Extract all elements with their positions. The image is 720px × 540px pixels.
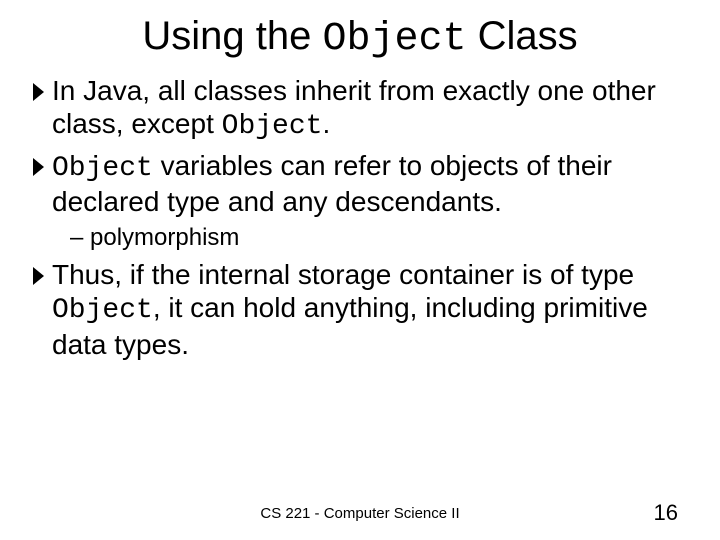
b3-a: Thus, if the internal storage container … [52, 259, 634, 290]
title-pre: Using the [142, 14, 322, 58]
bullet-2: Object variables can refer to objects of… [30, 149, 690, 218]
b1-code: Object [222, 111, 323, 142]
b2-code: Object [52, 153, 153, 184]
bullet-1: In Java, all classes inherit from exactl… [30, 74, 690, 143]
bullet-3: Thus, if the internal storage container … [30, 258, 690, 360]
bullet-1-text: In Java, all classes inherit from exactl… [52, 74, 690, 143]
page-number: 16 [654, 500, 678, 526]
sub-bullet-1: – polymorphism [70, 224, 690, 252]
title-code: Object [322, 17, 466, 62]
bullet-2-text: Object variables can refer to objects of… [52, 149, 690, 218]
slide-body: In Java, all classes inherit from exactl… [30, 74, 690, 361]
bullet-icon [30, 153, 48, 186]
b3-code: Object [52, 295, 153, 326]
footer-text: CS 221 - Computer Science II [0, 505, 720, 522]
bullet-icon [30, 262, 48, 295]
slide-title: Using the Object Class [30, 14, 690, 62]
bullet-3-text: Thus, if the internal storage container … [52, 258, 690, 360]
title-post: Class [467, 14, 578, 58]
b1-a: In Java, all classes inherit from exactl… [52, 75, 656, 139]
bullet-icon [30, 78, 48, 111]
b1-b: . [322, 108, 330, 139]
